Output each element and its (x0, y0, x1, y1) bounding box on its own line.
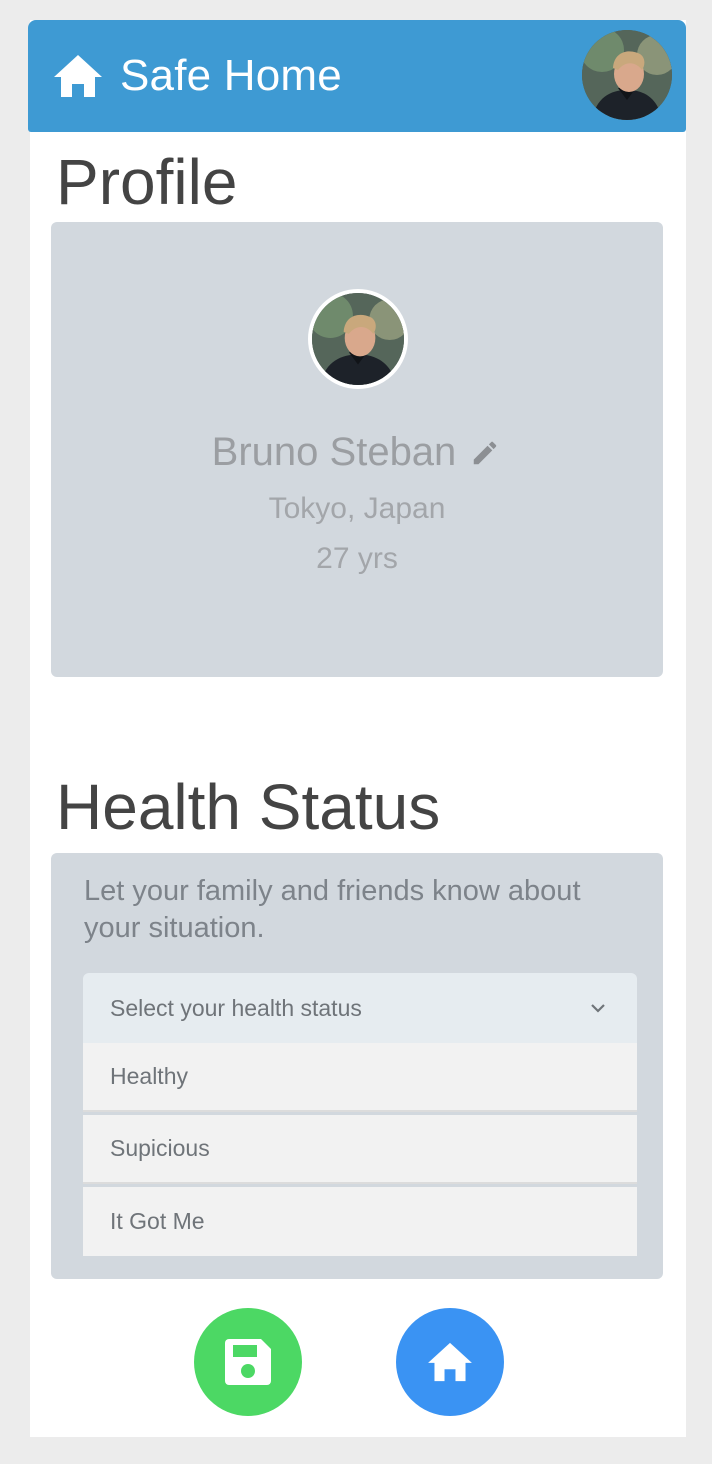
profile-name: Bruno Steban (211, 430, 457, 474)
save-button[interactable] (194, 1308, 302, 1416)
profile-avatar[interactable] (308, 289, 408, 389)
pencil-icon (474, 441, 497, 464)
option-suspicious[interactable]: Supicious (83, 1115, 637, 1184)
app-header: Safe Home (28, 20, 686, 132)
user-photo (312, 293, 404, 385)
profile-card: Bruno Steban Tokyo, Japan 27 yrs (51, 222, 663, 677)
edit-profile-button[interactable] (468, 436, 502, 470)
health-card: Let your family and friends know about y… (51, 853, 663, 1279)
option-healthy[interactable]: Healthy (83, 1043, 637, 1112)
health-heading: Health Status (56, 771, 441, 843)
header-avatar[interactable] (582, 30, 672, 120)
user-photo (582, 30, 672, 120)
home-icon (54, 55, 102, 97)
health-description: Let your family and friends know about y… (84, 875, 581, 944)
brand-link[interactable]: Safe Home (52, 20, 342, 132)
profile-heading: Profile (56, 146, 238, 218)
health-status-select[interactable]: Select your health status (83, 973, 637, 1043)
home-button[interactable] (396, 1308, 504, 1416)
select-placeholder: Select your health status (110, 994, 362, 1021)
profile-age: 27 yrs (316, 542, 398, 575)
profile-name-row: Bruno Steban (51, 430, 663, 475)
floppy-disk-icon (225, 1339, 271, 1385)
chevron-down-icon (591, 1004, 605, 1013)
home-icon (428, 1342, 472, 1382)
app-title: Safe Home (120, 51, 342, 100)
profile-location: Tokyo, Japan (268, 492, 446, 525)
option-it-got-me[interactable]: It Got Me (83, 1187, 637, 1256)
